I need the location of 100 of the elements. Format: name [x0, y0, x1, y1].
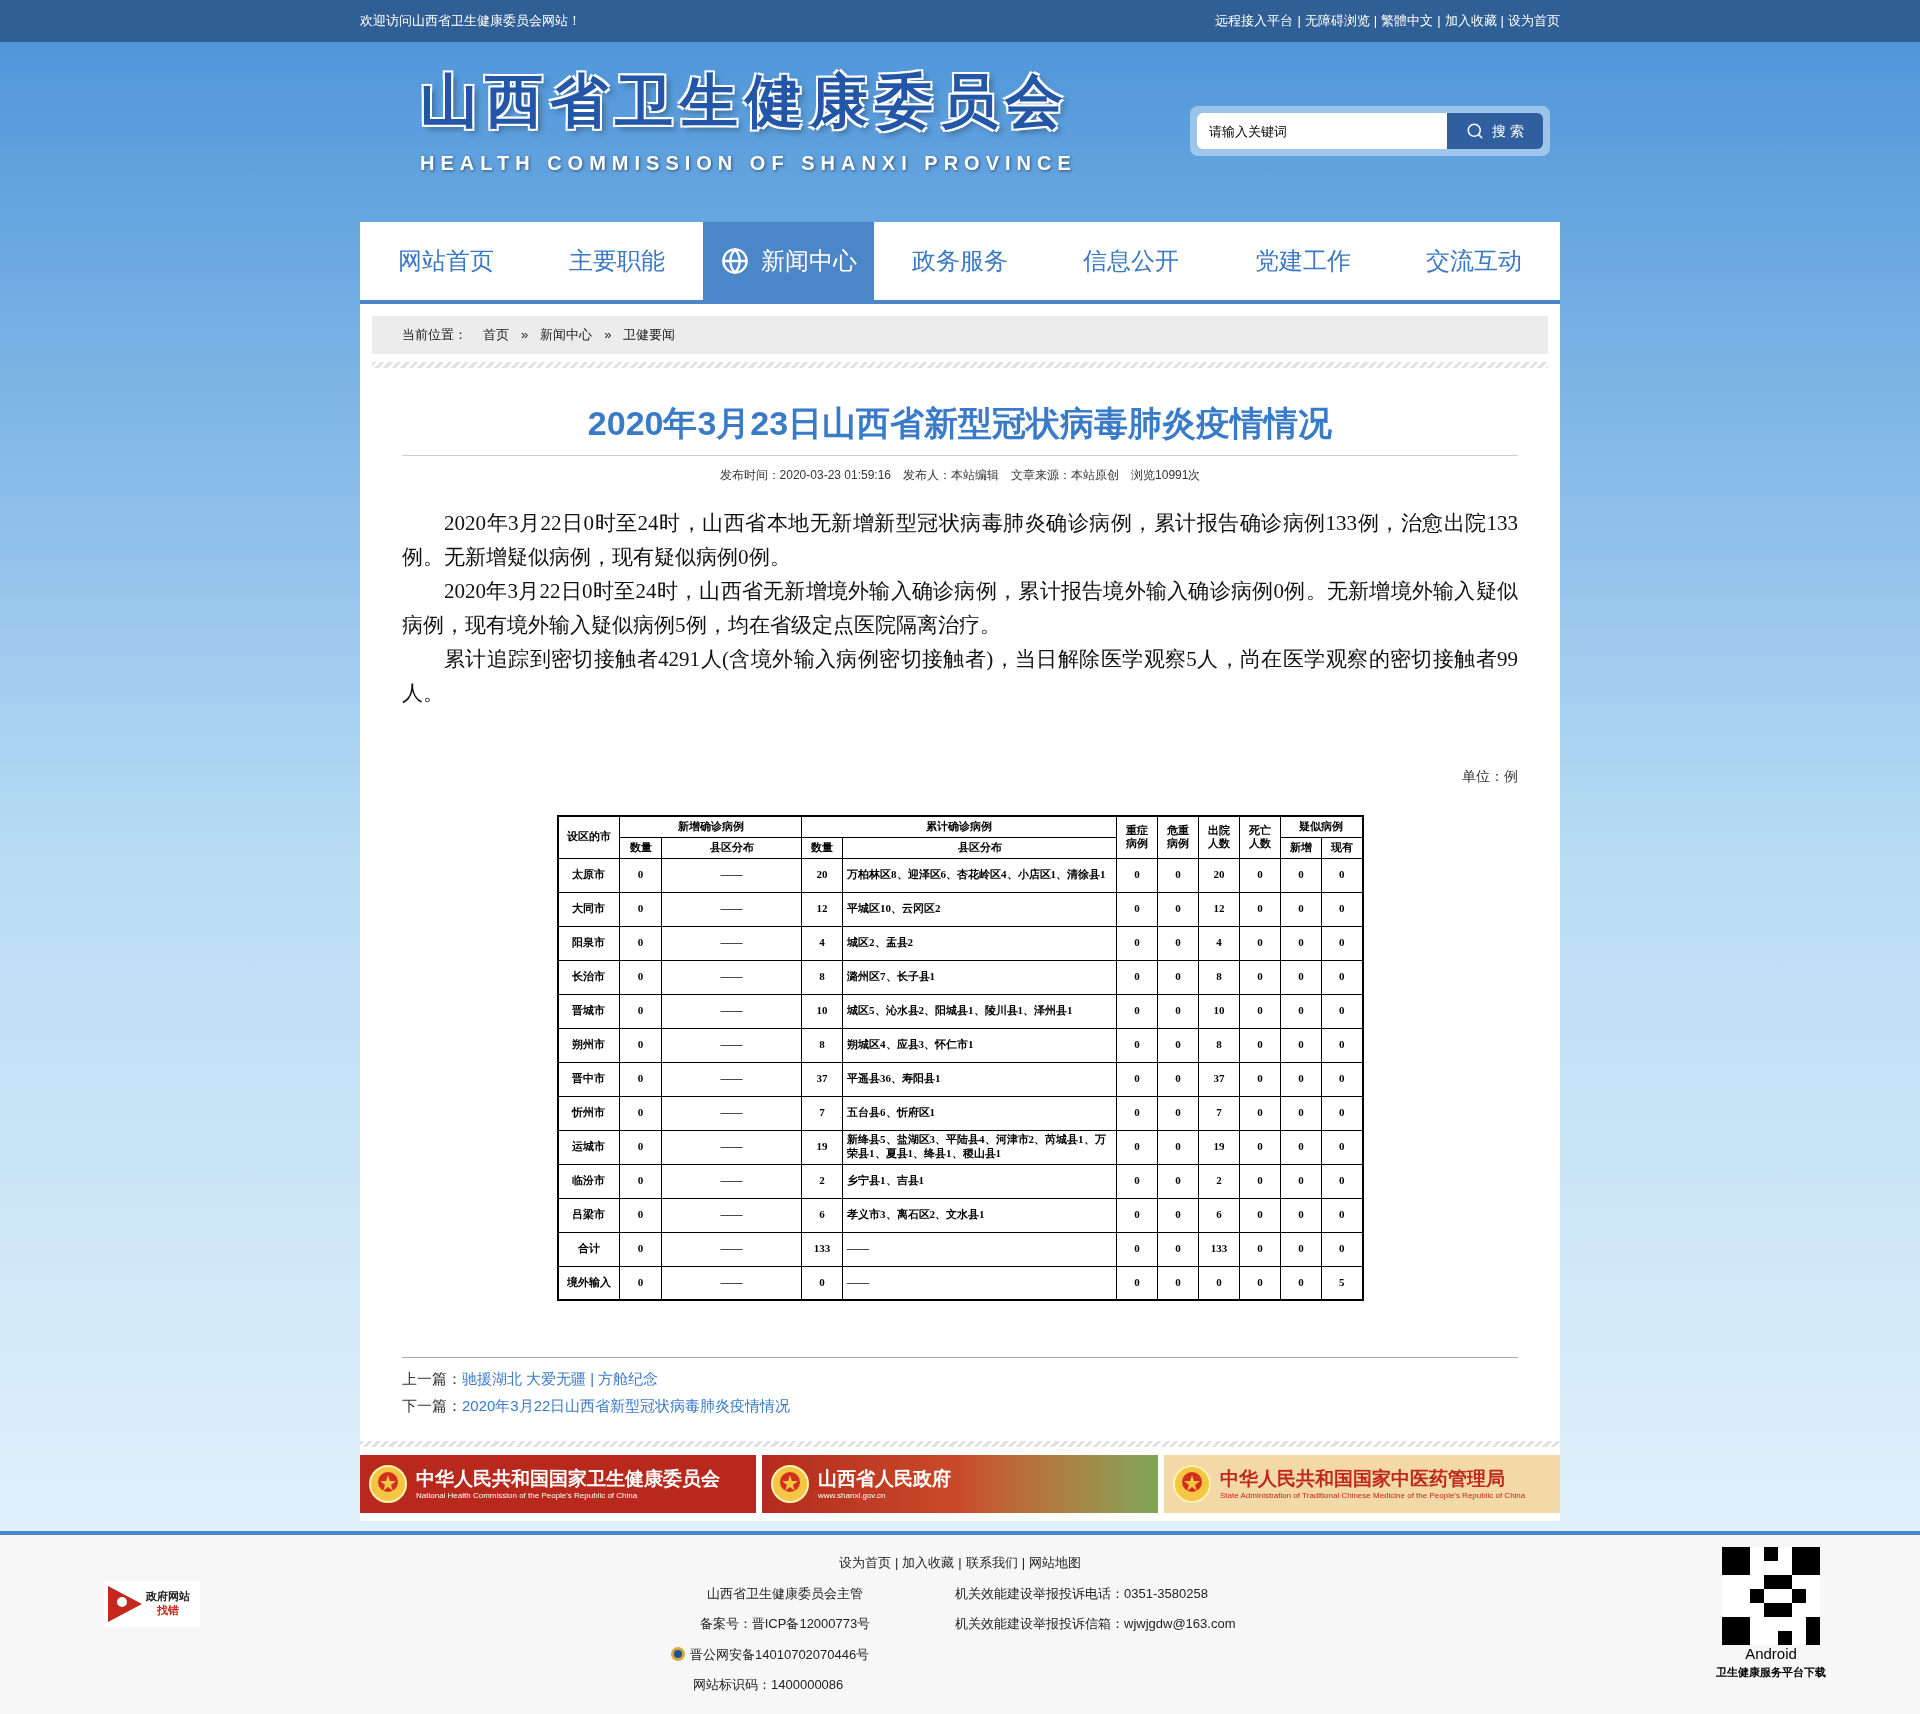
breadcrumb-link[interactable]: 首页 — [483, 325, 509, 345]
article-paragraph: 2020年3月22日0时至24时，山西省无新增境外输入确诊病例，累计报告境外输入确诊病例0例。无新增境外输入疑似病例，现有境外输入疑似病例5例，均在省级定点医院隔离治疗。 — [402, 578, 1518, 639]
table-cell: 运城市 — [557, 1130, 620, 1164]
table-cell: 平遥县36、寿阳县1 — [842, 1062, 1117, 1096]
qr-caption: 卫生健康服务平台下载 — [1716, 1664, 1826, 1680]
table-cell: 0 — [1116, 960, 1158, 994]
pager-link[interactable]: 驰援湖北 大爱无疆 | 方舱纪念 — [462, 1368, 659, 1391]
breadcrumb-link[interactable]: 卫健要闻 — [623, 325, 676, 345]
footer-link[interactable]: 网站地图 — [1029, 1553, 1082, 1573]
table-cell: 0 — [1280, 1198, 1322, 1232]
article-title: 2020年3月23日山西省新型冠状病毒肺炎疫情情况 — [402, 398, 1518, 456]
error-report-badge[interactable]: 政府网站 找错 — [104, 1581, 200, 1627]
table-cell: 0 — [1116, 1164, 1158, 1198]
search-field[interactable]: 请输入关键词 — [1197, 113, 1447, 149]
table-cell: 阳泉市 — [557, 926, 620, 960]
table-cell: 朔州市 — [557, 1028, 620, 1062]
table-cell: 0 — [1239, 1062, 1281, 1096]
table-cell: 7 — [801, 1096, 843, 1130]
table-header: 危重病例 — [1157, 816, 1199, 858]
footer-text: 机关效能建设举报投诉电话：0351-3580258 — [955, 1584, 1209, 1603]
table-cell: 0 — [619, 892, 662, 926]
table-cell: 万柏林区8、迎泽区6、杏花岭区4、小店区1、清徐县1 — [842, 858, 1117, 892]
table-cell: 19 — [1198, 1130, 1240, 1164]
nav-tab[interactable]: 新闻中心 — [702, 222, 875, 300]
footer-text: 山西省卫生健康委员会主管 — [706, 1584, 864, 1603]
table-cell: —— — [661, 1028, 802, 1062]
table-cell: —— — [661, 1232, 802, 1266]
table-cell: 0 — [1280, 960, 1322, 994]
table-cell: 0 — [1239, 892, 1281, 926]
link-banner[interactable]: 中华人民共和国国家中医药管理局 State Administration of Traditional Chinese Medicine of the People's Republic of China — [1164, 1455, 1560, 1513]
table-cell: 10 — [801, 994, 843, 1028]
table-cell: 临汾市 — [557, 1164, 620, 1198]
link-banner[interactable]: 山西省人民政府 www.shanxi.gov.cn — [762, 1455, 1158, 1513]
table-cell: 长治市 — [557, 960, 620, 994]
footer-text: 机关效能建设举报投诉信箱：wjwjgdw@163.com — [955, 1615, 1237, 1633]
table-cell: 0 — [1280, 1028, 1322, 1062]
footer-link[interactable]: 加入收藏 — [902, 1553, 955, 1573]
table-cell: 0 — [1280, 1062, 1322, 1096]
top-link[interactable]: 无障碍浏览 — [1304, 11, 1370, 31]
table-cell: 0 — [1157, 926, 1199, 960]
table-cell: —— — [842, 1232, 1117, 1266]
table-cell: 0 — [619, 1198, 662, 1232]
table-cell: 朔城区4、应县3、怀仁市1 — [842, 1028, 1117, 1062]
pager-label: 上一篇： — [402, 1369, 462, 1389]
table-cell: 0 — [1280, 1164, 1322, 1198]
table-cell: 0 — [1280, 1130, 1322, 1164]
table-cell: —— — [661, 1062, 802, 1096]
table-cell: 2 — [801, 1164, 843, 1198]
search-icon — [1466, 122, 1485, 140]
table-cell: —— — [661, 926, 802, 960]
nav-tab[interactable]: 政务服务 — [874, 222, 1046, 300]
top-link[interactable]: 繁體中文 — [1381, 11, 1434, 31]
footer-link[interactable]: 设为首页 — [838, 1553, 891, 1573]
link-banner[interactable]: 中华人民共和国国家卫生健康委员会 National Health Commission of the People's Republic of China — [360, 1455, 756, 1513]
table-cell: 20 — [801, 858, 843, 892]
article-meta: 发布时间：2020-03-23 01:59:16 — [719, 467, 892, 484]
table-cell: 0 — [619, 1096, 662, 1130]
table-cell: 8 — [1198, 1028, 1240, 1062]
table-cell: 0 — [1239, 858, 1281, 892]
separator: | — [1373, 12, 1378, 31]
banner-title: 中华人民共和国国家卫生健康委员会 — [416, 1467, 720, 1491]
site-subtitle: HEALTH COMMISSION OF SHANXI PROVINCE — [420, 151, 1077, 176]
table-cell: 12 — [801, 892, 843, 926]
table-cell: 0 — [1239, 1028, 1281, 1062]
table-cell: 0 — [1239, 1130, 1281, 1164]
top-link[interactable]: 设为首页 — [1508, 11, 1560, 31]
search-button[interactable]: 搜 索 — [1447, 113, 1543, 149]
article-paragraph: 累计追踪到密切接触者4291人(含境外输入病例密切接触者)，当日解除医学观察5人，尚在医学观察的密切接触者99人。 — [402, 646, 1518, 707]
table-cell: 0 — [1280, 1096, 1322, 1130]
top-link[interactable]: 加入收藏 — [1444, 11, 1497, 31]
table-cell: 潞州区7、长子县1 — [842, 960, 1117, 994]
badge-text: 找错 — [156, 1604, 180, 1618]
table-cell: 吕梁市 — [557, 1198, 620, 1232]
table-cell: 0 — [619, 858, 662, 892]
nav-tab[interactable]: 党建工作 — [1217, 222, 1389, 300]
table-cell: 0 — [619, 960, 662, 994]
table-cell: 37 — [801, 1062, 843, 1096]
pager-link[interactable]: 2020年3月22日山西省新型冠状病毒肺炎疫情情况 — [462, 1394, 791, 1417]
separator: | — [894, 1554, 899, 1572]
table-cell: 晋中市 — [557, 1062, 620, 1096]
table-cell: 0 — [1116, 1232, 1158, 1266]
nav-tab[interactable]: 主要职能 — [531, 222, 703, 300]
breadcrumb-link[interactable]: 新闻中心 — [540, 325, 593, 345]
table-cell: 12 — [1198, 892, 1240, 926]
table-cell: 10 — [1198, 994, 1240, 1028]
nav-tab[interactable]: 网站首页 — [360, 222, 532, 300]
table-cell: 133 — [1198, 1232, 1240, 1266]
table-cell: 0 — [1116, 1198, 1158, 1232]
table-cell: 0 — [1116, 1028, 1158, 1062]
nav-tab[interactable]: 信息公开 — [1045, 222, 1218, 300]
nav-tab[interactable]: 交流互动 — [1388, 222, 1560, 300]
table-cell: 0 — [1239, 1232, 1281, 1266]
table-cell: 0 — [1116, 858, 1158, 892]
table-cell: 城区5、沁水县2、阳城县1、陵川县1、泽州县1 — [842, 994, 1117, 1028]
separator: | — [1297, 12, 1301, 31]
table-cell: 0 — [1157, 1096, 1199, 1130]
top-link[interactable]: 远程接入平台 — [1215, 11, 1294, 31]
footer-link[interactable]: 联系我们 — [965, 1553, 1018, 1573]
table-cell: 37 — [1198, 1062, 1240, 1096]
table-cell: 0 — [1116, 1130, 1158, 1164]
